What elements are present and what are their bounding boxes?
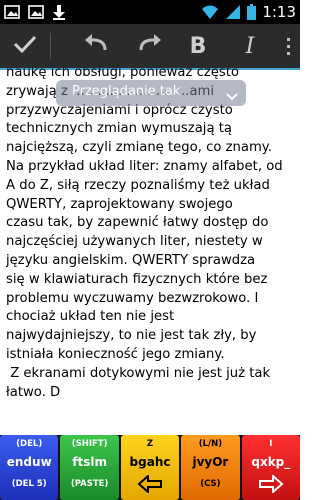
key-top-label: (DEL): [16, 439, 43, 449]
editor-toolbar: B I: [0, 24, 300, 70]
key-enduw[interactable]: (DEL) enduw (DEL 5): [0, 435, 59, 500]
key-top-label: (L/N): [198, 439, 223, 449]
key-bottom-label: (DEL 5): [11, 479, 47, 489]
preview-mode-popup[interactable]: Przeglądanie tak: [56, 80, 246, 106]
keyboard: (DEL) enduw (DEL 5) (SHIFT) ftslm (PASTE…: [0, 435, 301, 500]
image-icon: [28, 5, 44, 19]
bold-label: B: [189, 33, 207, 59]
key-qxkp[interactable]: I qxkp_: [241, 435, 301, 500]
key-jvyor[interactable]: (L/N) jvyOr (CS): [181, 435, 240, 500]
wifi-icon: [201, 4, 219, 20]
key-letters: jvyOr: [192, 455, 229, 469]
overflow-menu-button[interactable]: [276, 24, 300, 68]
notification-icons: [4, 4, 66, 20]
key-bottom-label: (PASTE): [70, 479, 109, 489]
check-icon: [13, 34, 37, 58]
clock: 1:13: [262, 3, 296, 21]
redo-icon: [137, 34, 163, 58]
download-icon: [52, 4, 66, 20]
right-arrow-icon: [242, 475, 300, 493]
key-letters: bgahc: [129, 455, 171, 469]
image-icon: [4, 5, 20, 19]
key-top-label: Z: [146, 439, 154, 449]
overflow-menu-icon: [286, 37, 290, 55]
bold-button[interactable]: B: [178, 24, 218, 68]
key-top-label: I: [269, 439, 273, 449]
left-arrow-icon: [121, 475, 179, 493]
italic-label: I: [245, 33, 255, 59]
redo-button[interactable]: [128, 24, 172, 68]
chevron-down-icon: [226, 87, 238, 106]
signal-icon: [225, 4, 241, 20]
document-editor[interactable]: naukę ich obsługi, ponieważ często zrywa…: [6, 68, 296, 434]
key-ftslm[interactable]: (SHIFT) ftslm (PASTE): [60, 435, 119, 500]
document-text[interactable]: naukę ich obsługi, ponieważ często zrywa…: [6, 68, 296, 402]
key-letters: ftslm: [72, 455, 107, 469]
key-bottom-label: (CS): [200, 479, 221, 489]
toolbar-divider: [50, 33, 51, 59]
undo-button[interactable]: [74, 24, 118, 68]
system-icons: 1:13: [201, 3, 296, 21]
key-top-label: (SHIFT): [71, 439, 108, 449]
status-bar: 1:13: [0, 0, 300, 24]
done-button[interactable]: [0, 24, 50, 68]
key-letters: qxkp_: [251, 455, 291, 469]
preview-label: Przeglądanie tak: [72, 84, 181, 99]
battery-icon: [247, 4, 257, 20]
italic-button[interactable]: I: [230, 24, 270, 68]
undo-icon: [83, 34, 109, 58]
key-letters: enduw: [6, 455, 52, 469]
key-bgahc[interactable]: Z bgahc: [120, 435, 180, 500]
